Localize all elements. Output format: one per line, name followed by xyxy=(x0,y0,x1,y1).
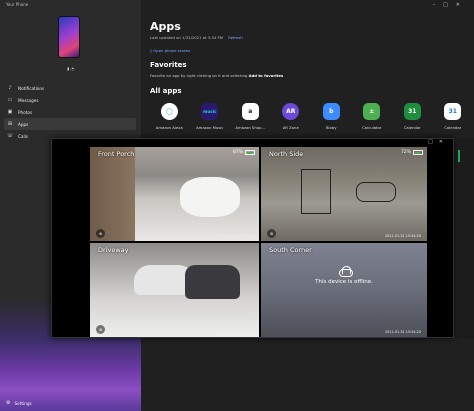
app-tile[interactable]: AR AR Zone xyxy=(271,103,312,130)
camera-tile-driveway[interactable]: Driveway ⊛ 2021-01-31 15:54:21 xyxy=(90,243,259,337)
amazon-shopping-icon: a xyxy=(241,103,259,120)
app-label: Bixby xyxy=(325,125,337,130)
app-tile[interactable]: b Bixby xyxy=(311,103,352,130)
close-button[interactable]: ✕ xyxy=(456,2,468,8)
calculator-icon: ± xyxy=(363,103,381,120)
battery-percent: 72% xyxy=(400,150,411,155)
sidebar-item-label: Notifications xyxy=(18,85,45,91)
battery-icon xyxy=(245,150,255,155)
maximize-button[interactable]: □ xyxy=(443,2,456,8)
app-tile[interactable]: music Amazon Music xyxy=(190,103,231,130)
sidebar-item-photos[interactable]: ▣ Photos xyxy=(4,106,136,118)
camera-timestamp: 2021-01-31 15:54:20 xyxy=(384,234,421,238)
app-label: Amazon Music xyxy=(196,125,224,130)
app-label: AR Zone xyxy=(282,125,299,130)
apps-grid-icon: ⊞ xyxy=(7,121,13,127)
photo-icon: ▣ xyxy=(7,109,13,115)
camera-name: North Side xyxy=(269,150,304,158)
gym-equipment xyxy=(356,182,396,202)
viewer-window-controls: □✕ xyxy=(428,139,449,145)
app-tile[interactable]: ± Calculator xyxy=(352,103,393,130)
app-tile[interactable]: a Amazon Shop... xyxy=(230,103,271,130)
app-label: Amazon Shop... xyxy=(235,125,266,130)
sidebar-item-label: Calls xyxy=(18,133,28,139)
background-window-edge xyxy=(458,138,474,338)
camera-viewer-window[interactable]: □✕ Front Porch 87% ⊛ 2021-01-31 15:54:20… xyxy=(51,138,454,338)
last-updated-text: Last updated on 1/31/2021 at 3:54 PM xyxy=(150,35,224,40)
house-wall xyxy=(90,147,135,241)
battery-icon xyxy=(413,150,423,155)
camera-timestamp: 2021-01-31 15:54:20 xyxy=(216,234,253,238)
sidebar-item-messages[interactable]: ▭ Messages xyxy=(4,94,136,106)
sidebar-item-label: Apps xyxy=(18,121,29,127)
sidebar-item-label: Photos xyxy=(18,109,33,115)
camera-name: Driveway xyxy=(98,246,129,254)
app-label: Amazon Alexa xyxy=(155,125,183,130)
status-strip xyxy=(458,150,460,162)
battery-fill xyxy=(246,151,254,154)
app-label: Calendar xyxy=(403,125,421,130)
app-label: Calculator xyxy=(362,125,382,130)
battery-percent: 87% xyxy=(232,150,243,155)
alexa-icon: ◯ xyxy=(160,103,178,120)
sidebar-nav: ♪ Notifications ▭ Messages ▣ Photos ⊞ Ap… xyxy=(4,82,136,142)
dark-suv xyxy=(185,265,240,299)
camera-grid: Front Porch 87% ⊛ 2021-01-31 15:54:20 No… xyxy=(90,147,427,337)
battery-fill xyxy=(414,151,421,154)
battery-indicator: 87% xyxy=(233,150,255,155)
app-tile[interactable]: 31 Calendar xyxy=(433,103,474,130)
camera-timestamp: 2021-01-31 15:54:20 xyxy=(384,330,421,334)
message-icon: ▭ xyxy=(7,97,13,103)
sidebar-item-notifications[interactable]: ♪ Notifications xyxy=(4,82,136,94)
window-controls: –□✕ xyxy=(433,2,468,8)
offline-cloud-icon xyxy=(339,266,353,277)
ar-zone-icon: AR xyxy=(282,103,300,120)
snow-patch xyxy=(180,177,240,217)
camera-watermark-icon: ⊛ xyxy=(267,229,276,238)
settings-button[interactable]: ⚙ Settings xyxy=(6,400,32,406)
calendar-icon: 31 xyxy=(403,103,421,120)
app-label: Calendar xyxy=(444,125,462,130)
phone-image[interactable] xyxy=(58,16,80,58)
amazon-music-icon: music xyxy=(201,103,219,120)
app-tile[interactable]: ◯ Amazon Alexa xyxy=(149,103,190,130)
phone-icon: ☏ xyxy=(7,133,14,139)
page-title: Apps xyxy=(150,20,181,33)
settings-label: Settings xyxy=(14,400,32,406)
sidebar-item-label: Messages xyxy=(18,97,39,103)
phone-status-icons: ▮ ◔ xyxy=(67,66,74,71)
bell-icon: ♪ xyxy=(8,85,12,91)
sidebar-item-apps[interactable]: ⊞ Apps xyxy=(4,118,136,130)
camera-tile-south-corner[interactable]: South Corner This device is offline. 202… xyxy=(261,243,427,337)
google-calendar-icon: 31 xyxy=(444,103,462,120)
app-tile[interactable]: 31 Calendar xyxy=(392,103,433,130)
favorites-hint-text: Favorite an app by right clicking on it … xyxy=(150,73,249,78)
open-phone-label: Open phone screen xyxy=(153,48,191,53)
last-updated: Last updated on 1/31/2021 at 3:54 PM Ref… xyxy=(150,35,243,40)
camera-watermark-icon: ⊛ xyxy=(96,229,105,238)
camera-name: Front Porch xyxy=(98,150,135,158)
gear-icon: ⚙ xyxy=(6,400,11,406)
all-apps-list: ◯ Amazon Alexa music Amazon Music a Amazon Sh… xyxy=(149,103,473,130)
battery-indicator: 72% xyxy=(401,150,423,155)
refresh-link[interactable]: Refresh xyxy=(228,35,242,40)
bixby-icon: b xyxy=(322,103,340,120)
camera-timestamp: 2021-01-31 15:54:21 xyxy=(216,330,253,334)
camera-tile-front-porch[interactable]: Front Porch 87% ⊛ 2021-01-31 15:54:20 xyxy=(90,147,259,241)
camera-tile-north-side[interactable]: North Side 72% ⊛ 2021-01-31 15:54:20 xyxy=(261,147,427,241)
all-apps-heading: All apps xyxy=(150,87,182,95)
favorites-hint-bold: Add to favorites xyxy=(248,73,284,78)
gym-equipment xyxy=(301,169,331,214)
open-phone-screen-link[interactable]: ▯ Open phone screen xyxy=(150,48,190,53)
minimize-button[interactable]: – xyxy=(433,2,444,8)
offline-message: This device is offline. xyxy=(315,279,373,285)
favorites-hint: Favorite an app by right clicking on it … xyxy=(150,73,283,78)
viewer-close-button[interactable]: ✕ xyxy=(439,139,449,145)
camera-name: South Corner xyxy=(269,246,312,254)
camera-watermark-icon: ⊛ xyxy=(96,325,105,334)
app-title: Your Phone xyxy=(6,2,29,7)
favorites-heading: Favorites xyxy=(150,61,187,69)
viewer-restore-button[interactable]: □ xyxy=(428,139,439,145)
